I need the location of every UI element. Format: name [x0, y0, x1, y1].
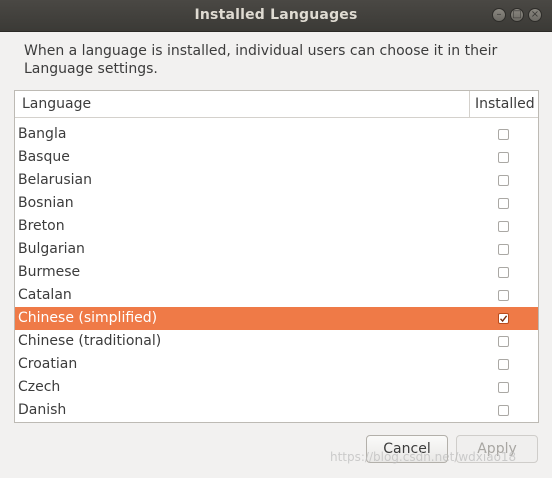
column-header-installed[interactable]: Installed — [475, 91, 535, 117]
installed-checkbox[interactable] — [498, 405, 509, 416]
list-item[interactable]: Burmese — [15, 261, 538, 284]
installed-checkbox[interactable] — [498, 359, 509, 370]
description-text: When a language is installed, individual… — [24, 43, 498, 77]
installed-languages-dialog: Installed Languages – □ × When a languag… — [0, 0, 552, 478]
installed-checkbox[interactable] — [498, 152, 509, 163]
list-item[interactable]: Bulgarian — [15, 238, 538, 261]
maximize-button[interactable]: □ — [510, 8, 524, 22]
installed-checkbox[interactable] — [498, 221, 509, 232]
list-item[interactable]: Bangla — [15, 123, 538, 146]
list-item[interactable]: Czech — [15, 376, 538, 399]
close-icon: × — [530, 9, 540, 20]
list-item-label: Bangla — [18, 126, 67, 142]
installed-checkbox[interactable] — [498, 313, 509, 324]
watermark-text: https://blog.csdn.net/wdxiao18 — [330, 450, 517, 464]
close-button[interactable]: × — [528, 8, 542, 22]
installed-checkbox[interactable] — [498, 129, 509, 140]
list-item-label: Bosnian — [18, 195, 74, 211]
list-item-label: Chinese (traditional) — [18, 333, 162, 349]
list-item-label: Burmese — [18, 264, 81, 280]
column-separator — [469, 91, 470, 117]
list-item[interactable]: Danish — [15, 399, 538, 422]
list-item[interactable]: Belarusian — [15, 169, 538, 192]
column-header-language[interactable]: Language — [22, 91, 91, 117]
minimize-button[interactable]: – — [492, 8, 506, 22]
list-item-label: Basque — [18, 149, 70, 165]
list-item[interactable]: Chinese (simplified) — [15, 307, 538, 330]
installed-checkbox[interactable] — [498, 336, 509, 347]
window-title: Installed Languages — [194, 7, 358, 23]
installed-checkbox[interactable] — [498, 267, 509, 278]
list-header: Language Installed — [15, 91, 538, 118]
installed-checkbox[interactable] — [498, 290, 509, 301]
installed-checkbox[interactable] — [498, 198, 509, 209]
list-item-label: Danish — [18, 402, 67, 418]
title-bar[interactable]: Installed Languages – □ × — [0, 0, 552, 32]
maximize-icon: □ — [512, 9, 522, 20]
list-item[interactable]: Catalan — [15, 284, 538, 307]
list-item-label: Catalan — [18, 287, 72, 303]
language-rows: Bangla Basque Belarusian Bosnian Breton Bulga… — [15, 118, 538, 422]
installed-checkbox[interactable] — [498, 382, 509, 393]
list-item[interactable]: Chinese (traditional) — [15, 330, 538, 353]
minimize-icon: – — [496, 9, 502, 20]
list-item[interactable]: Croatian — [15, 353, 538, 376]
installed-checkbox[interactable] — [498, 244, 509, 255]
checkmark-icon — [499, 315, 508, 323]
list-item[interactable]: Basque — [15, 146, 538, 169]
list-item-label: Chinese (simplified) — [18, 310, 158, 326]
installed-checkbox[interactable] — [498, 175, 509, 186]
list-item-label: Croatian — [18, 356, 78, 372]
list-item-label: Breton — [18, 218, 65, 234]
list-item-label: Bulgarian — [18, 241, 85, 257]
language-list[interactable]: Language Installed Bangla Basque Belarusia… — [14, 90, 539, 423]
list-item-label: Czech — [18, 379, 61, 395]
list-item[interactable]: Breton — [15, 215, 538, 238]
list-item-label: Belarusian — [18, 172, 92, 188]
list-item[interactable]: Bosnian — [15, 192, 538, 215]
